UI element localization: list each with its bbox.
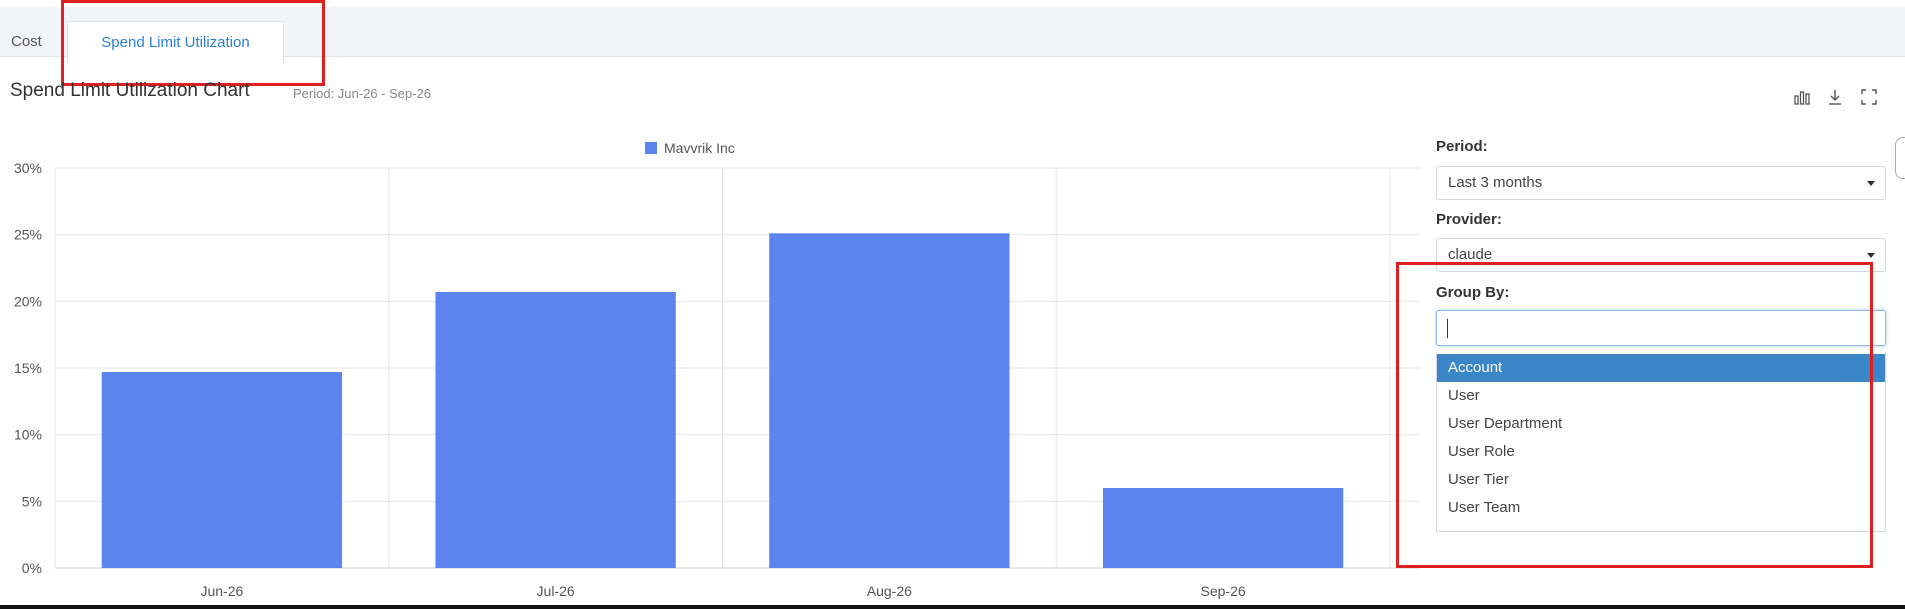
- filter-panel: Period: Last 3 months Provider: claude G…: [1436, 0, 1886, 609]
- group-by-option-user-role[interactable]: User Role: [1437, 438, 1885, 466]
- y-tick-label: 0%: [22, 560, 42, 576]
- legend-label: Mavvrik Inc: [664, 140, 735, 156]
- group-by-option-user-department[interactable]: User Department: [1437, 410, 1885, 438]
- period-filter-label: Period:: [1436, 138, 1488, 155]
- spend-limit-bar-chart: 0% 5% 10% 15% 20% 25% 30% Jun-26 Jul-26 Aug-26 Sep…: [14, 140, 1420, 599]
- tab-cost[interactable]: Cost: [0, 21, 60, 63]
- group-by-option-user-tier[interactable]: User Tier: [1437, 466, 1885, 494]
- group-by-options-list: Account User User Department User Role U…: [1436, 352, 1886, 532]
- x-tick-label: Jul-26: [537, 583, 575, 599]
- y-tick-label: 30%: [14, 160, 42, 176]
- group-by-option-user-team[interactable]: User Team: [1437, 494, 1885, 522]
- bar-jul-26: [435, 292, 676, 568]
- provider-select-value: claude: [1448, 246, 1493, 263]
- y-tick-label: 10%: [14, 427, 42, 443]
- bar-aug-26: [769, 233, 1010, 568]
- chevron-down-icon: [1867, 181, 1875, 186]
- bar-jun-26: [101, 372, 343, 568]
- provider-filter-label: Provider:: [1436, 211, 1502, 228]
- y-tick-label: 20%: [14, 293, 42, 309]
- y-tick-label: 25%: [14, 227, 42, 243]
- chart-title: Spend Limit Utilization Chart: [10, 80, 250, 101]
- text-cursor: [1447, 319, 1448, 338]
- legend-swatch: [645, 142, 657, 154]
- period-range-label: Period: Jun-26 - Sep-26: [293, 86, 432, 101]
- x-tick-label: Sep-26: [1201, 583, 1246, 599]
- period-select[interactable]: Last 3 months: [1436, 166, 1886, 200]
- bottom-edge: [0, 605, 1905, 609]
- period-select-value: Last 3 months: [1448, 174, 1543, 191]
- provider-select[interactable]: claude: [1436, 238, 1886, 272]
- group-by-search-input[interactable]: [1436, 310, 1886, 346]
- y-tick-label: 15%: [14, 360, 42, 376]
- side-handle[interactable]: [1895, 137, 1905, 179]
- x-tick-label: Jun-26: [200, 583, 243, 599]
- group-by-option-user[interactable]: User: [1437, 382, 1885, 410]
- bar-sep-26: [1102, 488, 1344, 568]
- y-tick-label: 5%: [22, 493, 42, 509]
- x-tick-label: Aug-26: [867, 583, 912, 599]
- group-by-option-account[interactable]: Account: [1437, 354, 1885, 382]
- chevron-down-icon: [1867, 253, 1875, 258]
- group-by-filter-label: Group By:: [1436, 284, 1510, 301]
- tab-spend-limit-utilization[interactable]: Spend Limit Utilization: [67, 21, 284, 64]
